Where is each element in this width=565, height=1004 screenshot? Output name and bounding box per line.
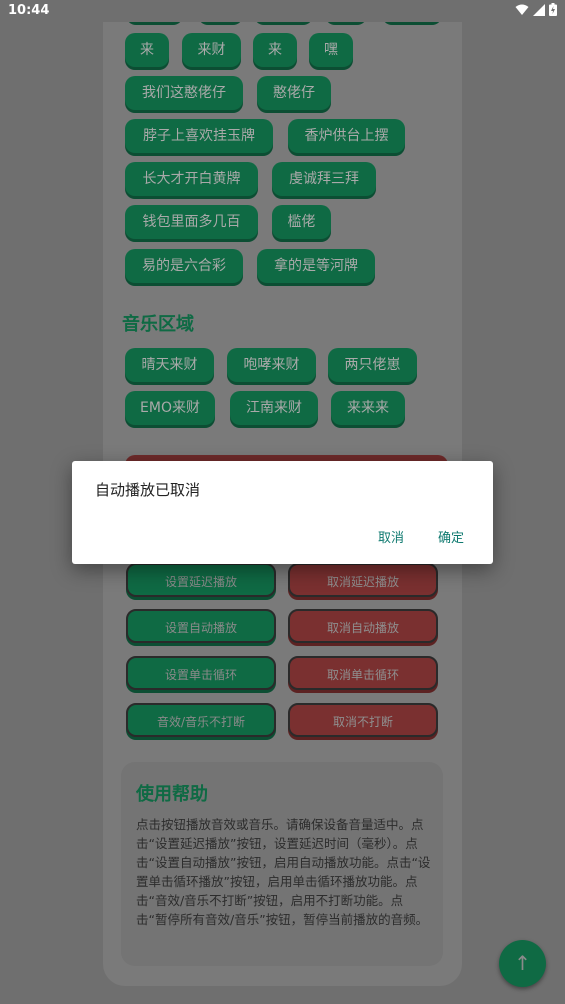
sound-chip[interactable]: 来 xyxy=(125,33,169,67)
sound-chip[interactable]: 嘿 xyxy=(309,33,353,67)
sound-chip[interactable]: 脖子上喜欢挂玉牌 xyxy=(125,119,273,153)
status-time: 10:44 xyxy=(8,3,50,18)
music-chip[interactable]: 咆哮来财 xyxy=(227,348,316,382)
sound-chip[interactable]: 我们这憨佬仔 xyxy=(125,76,243,110)
cancel-no-interrupt-button[interactable]: 取消不打断 xyxy=(288,703,438,737)
sound-chip[interactable]: 来 xyxy=(253,33,297,67)
arrow-up-icon: ↑ xyxy=(514,951,531,975)
set-loop-button[interactable]: 设置单击循环 xyxy=(126,656,276,690)
signal-icon xyxy=(533,3,545,16)
cancel-delay-button[interactable]: 取消延迟播放 xyxy=(288,563,438,597)
music-chip[interactable]: 来来来 xyxy=(331,391,405,425)
set-autoplay-button[interactable]: 设置自动播放 xyxy=(126,609,276,643)
status-bar: 10:44 xyxy=(0,0,565,22)
sound-chip[interactable]: 来财 xyxy=(182,33,241,67)
sound-chip[interactable]: 香炉供台上摆 xyxy=(288,119,405,153)
help-title: 使用帮助 xyxy=(136,784,208,805)
set-delay-button[interactable]: 设置延迟播放 xyxy=(126,563,276,597)
sound-chip[interactable]: 钱包里面多几百 xyxy=(125,205,258,239)
battery-icon xyxy=(549,3,557,16)
scroll-top-button[interactable]: ↑ xyxy=(499,940,546,987)
help-text: 点击按钮播放音效或音乐。请确保设备音量适中。点击“设置延迟播放”按钮，设置延迟时… xyxy=(136,817,431,927)
sound-chip[interactable]: 虔诚拜三拜 xyxy=(272,162,376,196)
dialog-message: 自动播放已取消 xyxy=(95,481,201,499)
help-panel: 使用帮助 点击按钮播放音效或音乐。请确保设备音量适中。点击“设置延迟播放”按钮，… xyxy=(121,762,443,966)
wifi-icon xyxy=(515,4,529,16)
music-chip[interactable]: 江南来财 xyxy=(230,391,318,425)
sound-chip[interactable]: 易的是六合彩 xyxy=(125,249,243,283)
dialog-cancel-button[interactable]: 取消 xyxy=(378,527,404,546)
music-chip[interactable]: 两只佬崽 xyxy=(328,348,417,382)
music-chip[interactable]: EMO来财 xyxy=(125,391,215,425)
sound-chip[interactable]: 槛佬 xyxy=(272,205,331,239)
sound-chip[interactable]: 憨佬仔 xyxy=(257,76,331,110)
dialog-confirm-button[interactable]: 确定 xyxy=(438,527,464,546)
sound-chip[interactable]: 长大才开白黄牌 xyxy=(125,162,258,196)
cancel-autoplay-button[interactable]: 取消自动播放 xyxy=(288,609,438,643)
music-chip[interactable]: 晴天来财 xyxy=(125,348,214,382)
sound-chip[interactable]: 拿的是等河牌 xyxy=(257,249,375,283)
music-section-title: 音乐区域 xyxy=(122,314,194,335)
alert-dialog: 自动播放已取消 取消 确定 xyxy=(72,461,493,564)
no-interrupt-button[interactable]: 音效/音乐不打断 xyxy=(126,703,276,737)
cancel-loop-button[interactable]: 取消单击循环 xyxy=(288,656,438,690)
